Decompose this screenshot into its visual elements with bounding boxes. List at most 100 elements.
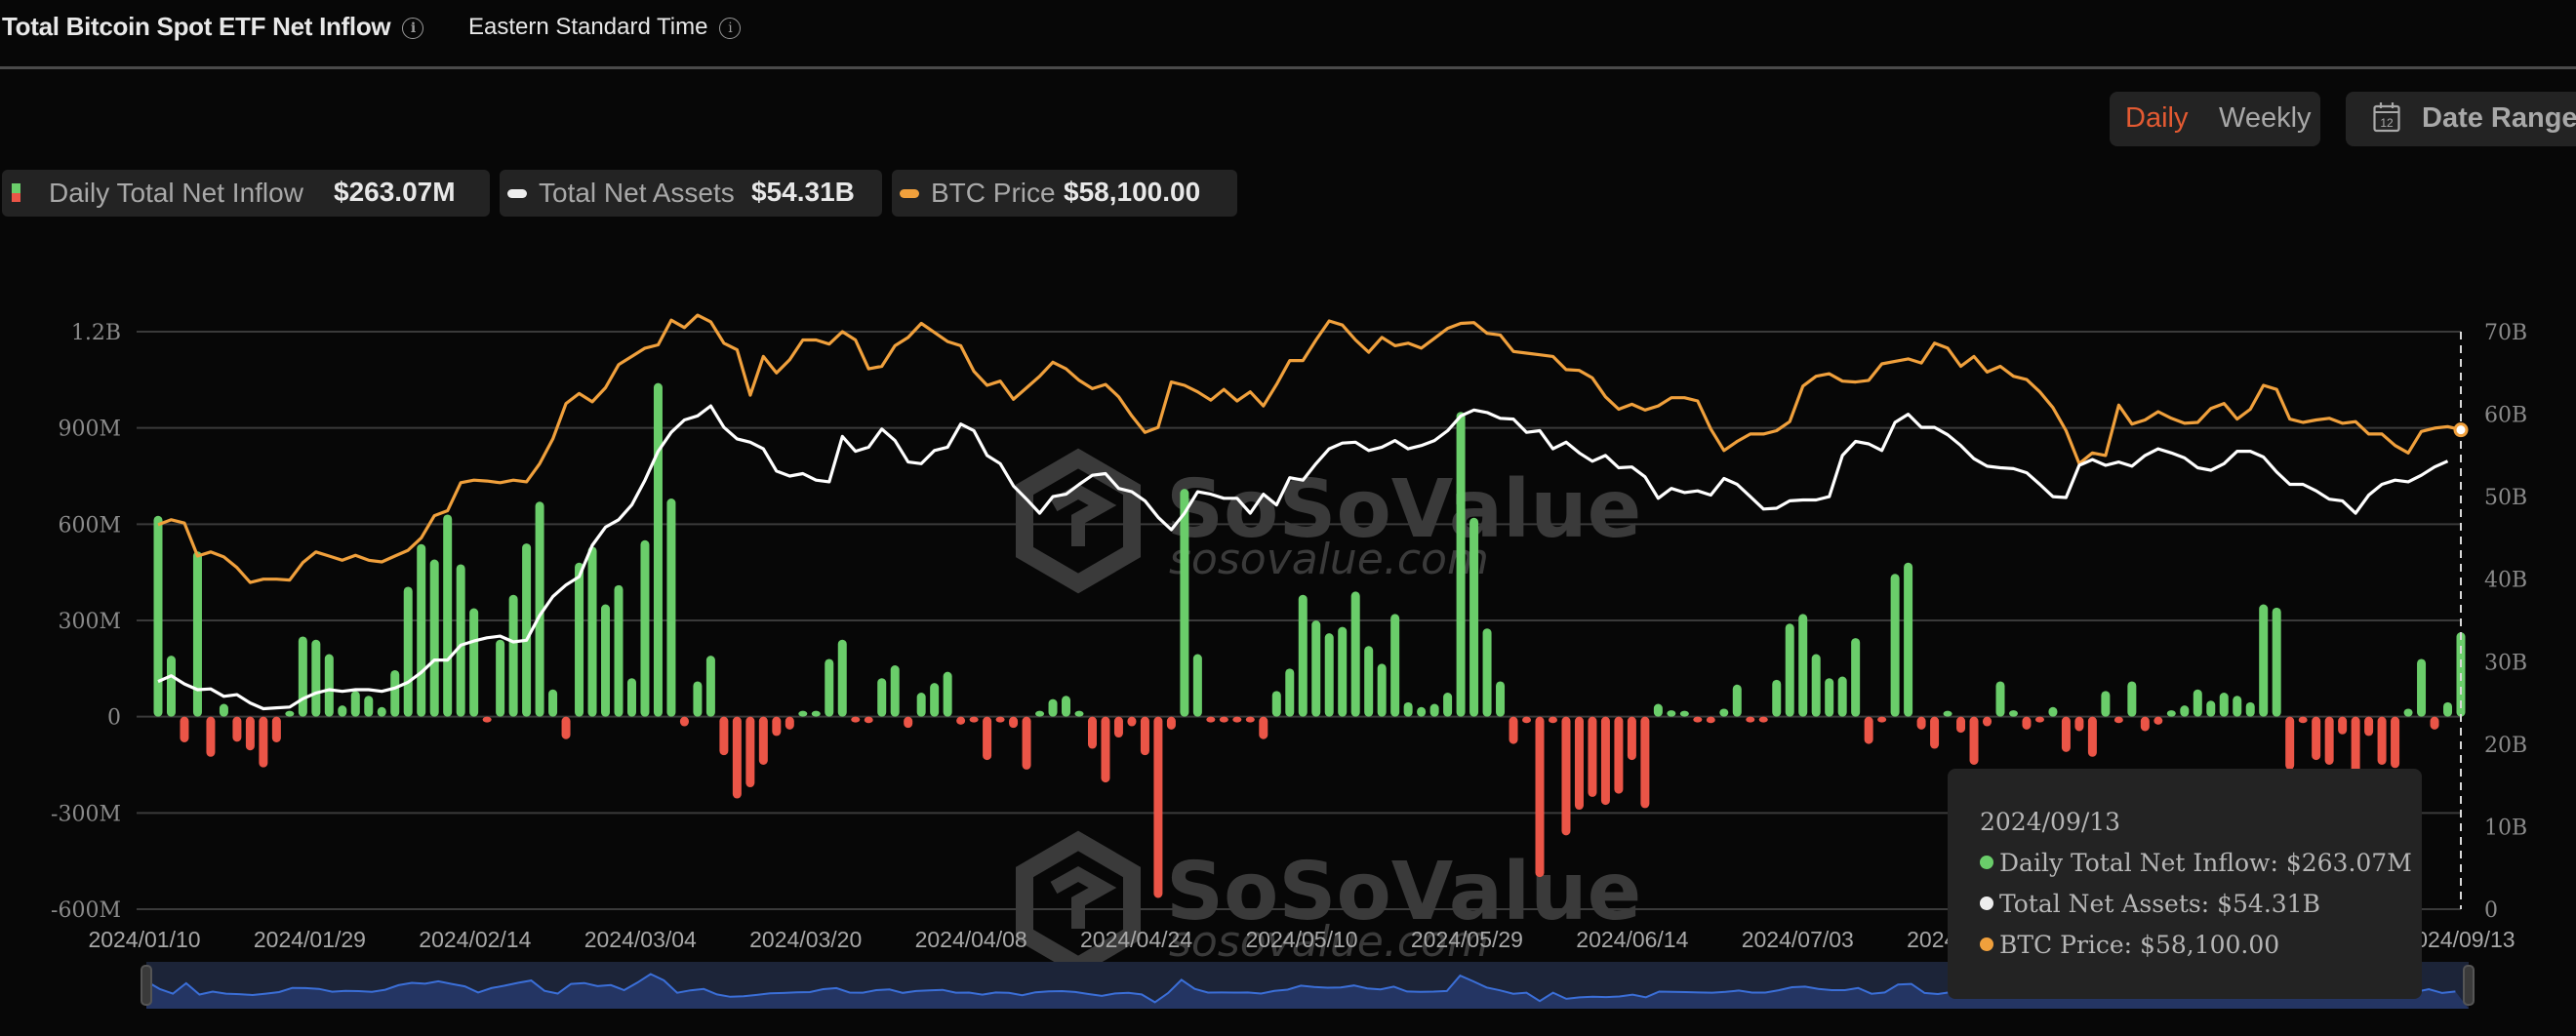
y-tick-label-left: -300M <box>51 802 121 826</box>
inflow-bar <box>1062 696 1071 717</box>
inflow-bar <box>995 716 1005 723</box>
y-tick-label-right: 30B <box>2484 651 2527 675</box>
inflow-bar <box>2008 710 2018 717</box>
inflow-bar <box>758 716 768 765</box>
inflow-bar <box>1417 706 1427 717</box>
date-range-button[interactable]: 12 Date Range <box>2346 92 2576 146</box>
y-tick-label-left: 900M <box>58 418 121 442</box>
y-tick-label-right: 50B <box>2484 486 2527 510</box>
inflow-bar <box>1614 716 1624 794</box>
inflow-bar <box>1166 716 1176 730</box>
inflow-bar <box>1206 716 1216 723</box>
inflow-bar <box>2193 689 2202 717</box>
inflow-bar <box>2298 716 2308 724</box>
inflow-bar <box>1969 716 1979 765</box>
inflow-bar <box>2113 716 2123 724</box>
y-tick-label-left: 300M <box>58 610 121 634</box>
inflow-bar <box>1482 628 1492 717</box>
inflow-bar <box>1983 716 1992 727</box>
inflow-bar <box>1640 716 1650 809</box>
inflow-bar <box>1324 633 1334 717</box>
inflow-bar <box>1904 562 1913 717</box>
inflow-bar <box>1364 646 1374 717</box>
inflow-bar <box>575 562 584 717</box>
y-tick-label-right: 0 <box>2484 898 2498 923</box>
inflow-bar <box>522 543 532 717</box>
green-dot-icon <box>1980 856 1993 869</box>
inflow-bar <box>1456 412 1466 717</box>
slider-handle-right[interactable] <box>2463 965 2475 1006</box>
inflow-bar <box>1732 684 1742 717</box>
tooltip-date: 2024/09/13 <box>1980 808 2121 836</box>
inflow-bar <box>745 716 755 788</box>
inflow-bar <box>956 716 966 725</box>
inflow-bar <box>1798 614 1808 717</box>
inflow-bar <box>1864 716 1873 744</box>
inflow-bar <box>732 716 742 799</box>
slider-handle-left[interactable] <box>141 965 152 1006</box>
inflow-bar <box>1285 668 1295 717</box>
inflow-bar <box>1574 716 1584 811</box>
legend-item-daily-net-inflow[interactable]: Daily Total Net Inflow $263.07M <box>2 170 490 217</box>
inflow-bar <box>1377 663 1387 717</box>
inflow-bar <box>2087 716 2097 757</box>
inflow-bar <box>1350 591 1360 717</box>
inflow-bar <box>2166 710 2176 717</box>
inflow-bar <box>1719 708 1729 717</box>
period-weekly-button[interactable]: Weekly <box>2219 102 2312 135</box>
inflow-bar <box>2364 716 2374 737</box>
legend-item-btc-price[interactable]: BTC Price $58,100.00 <box>892 170 1237 217</box>
inflow-bar <box>1772 679 1782 717</box>
inflow-bar <box>1009 716 1019 729</box>
timezone-text: Eastern Standard Time <box>468 14 708 40</box>
inflow-bar <box>1192 654 1202 717</box>
inflow-bar <box>1140 716 1149 756</box>
inflow-bar <box>1087 716 1097 749</box>
inflow-bar <box>206 716 216 757</box>
inflow-bar <box>1443 693 1453 717</box>
x-tick-label: 2024/01/10 <box>88 927 200 952</box>
legend-value: $54.31B <box>751 177 855 207</box>
legend-item-total-net-assets[interactable]: Total Net Assets $54.31B <box>500 170 882 217</box>
inflow-bar <box>1679 710 1689 717</box>
inflow-bar <box>245 716 255 751</box>
inflow-bar <box>626 678 636 717</box>
inflow-bar <box>1496 681 1506 717</box>
x-tick-label: 2024/04/24 <box>1080 927 1192 952</box>
inflow-bar <box>1535 716 1545 878</box>
x-tick-label: 2024/05/10 <box>1245 927 1357 952</box>
inflow-bar <box>798 710 808 717</box>
inflow-bar <box>1245 716 1255 723</box>
info-circle-icon[interactable]: i <box>719 17 742 39</box>
inflow-bar <box>429 559 439 717</box>
inflow-bar <box>219 703 228 717</box>
x-tick-label: 2024/01/29 <box>254 927 366 952</box>
inflow-bar <box>2048 706 2058 717</box>
inflow-bar <box>1877 716 1887 723</box>
period-daily-button[interactable]: Daily <box>2125 102 2188 135</box>
info-circle-icon[interactable]: i <box>402 18 424 40</box>
inflow-bar <box>561 716 571 739</box>
inflow-bar <box>2219 693 2229 717</box>
btc-point-marker <box>2453 422 2469 438</box>
inflow-bar <box>640 539 650 717</box>
inflow-bar <box>456 564 465 717</box>
inflow-bar <box>705 656 715 717</box>
inflow-bar <box>2127 681 2137 717</box>
inflow-bar <box>1916 716 1926 730</box>
inflow-bar <box>1851 638 1861 717</box>
inflow-bar <box>2233 696 2242 717</box>
inflow-bar <box>403 586 413 717</box>
inflow-bar <box>377 706 386 717</box>
legend-value: $263.07M <box>334 177 456 207</box>
y-tick-label-right: 40B <box>2484 569 2527 593</box>
inflow-bar <box>1074 710 1084 717</box>
bar-swatch-icon <box>12 183 20 202</box>
inflow-bar <box>1338 626 1348 717</box>
inflow-bar <box>2285 716 2295 770</box>
inflow-bar <box>2403 708 2413 717</box>
tooltip-label: Total Net Assets: $54.31B <box>1999 890 2320 918</box>
inflow-bar <box>1943 710 1952 717</box>
inflow-bar <box>285 710 295 717</box>
inflow-bar <box>1930 716 1940 749</box>
